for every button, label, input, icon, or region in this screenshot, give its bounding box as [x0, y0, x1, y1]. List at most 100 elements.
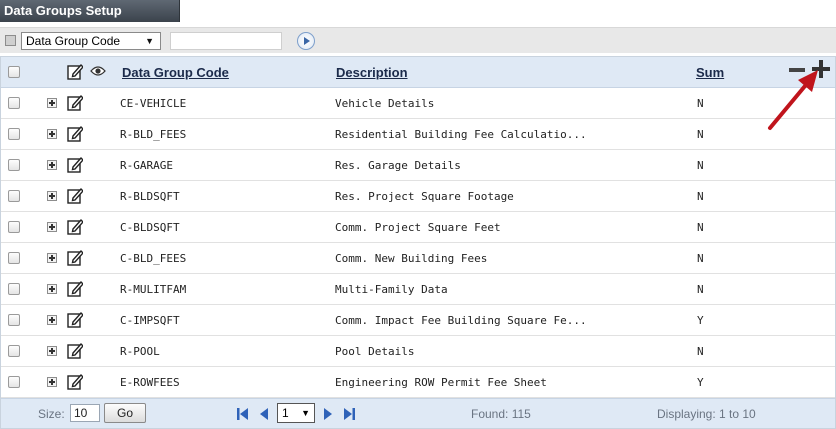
table-row[interactable]: C-BLDSQFT Comm. Project Square Feet N	[1, 212, 835, 243]
cell-code[interactable]: R-BLDSQFT	[120, 190, 180, 203]
cell-description: Comm. New Building Fees	[335, 252, 488, 265]
row-checkbox[interactable]	[8, 283, 20, 295]
grid-header: Data Group Code Description Sum	[1, 57, 835, 88]
edit-icon[interactable]	[67, 94, 83, 111]
table-row[interactable]: R-MULITFAM Multi-Family Data N	[1, 274, 835, 305]
row-checkbox[interactable]	[8, 376, 20, 388]
cell-sum: N	[697, 128, 704, 141]
expand-row-icon[interactable]	[47, 346, 57, 356]
edit-icon[interactable]	[67, 249, 83, 266]
cell-description: Res. Project Square Footage	[335, 190, 514, 203]
cell-description: Comm. Project Square Feet	[335, 221, 501, 234]
data-grid: Data Group Code Description Sum CE-VEHIC…	[0, 56, 836, 429]
column-header-code[interactable]: Data Group Code	[122, 65, 229, 80]
row-checkbox[interactable]	[8, 221, 20, 233]
last-page-icon[interactable]	[342, 407, 356, 421]
expand-row-icon[interactable]	[47, 160, 57, 170]
row-checkbox[interactable]	[8, 159, 20, 171]
table-row[interactable]: E-ROWFEES Engineering ROW Permit Fee Shee…	[1, 367, 835, 398]
table-row[interactable]: R-GARAGE Res. Garage Details N	[1, 150, 835, 181]
edit-icon[interactable]	[67, 342, 83, 359]
grid-footer: Size: 10 Go 1 ▼ Found: 115 Displaying: 1…	[1, 398, 835, 428]
table-row[interactable]: R-POOL Pool Details N	[1, 336, 835, 367]
expand-row-icon[interactable]	[47, 98, 57, 108]
cell-code[interactable]: R-BLD_FEES	[120, 128, 186, 141]
cell-sum: N	[697, 221, 704, 234]
expand-row-icon[interactable]	[47, 222, 57, 232]
edit-icon[interactable]	[67, 187, 83, 204]
table-row[interactable]: R-BLD_FEES Residential Building Fee Calcu…	[1, 119, 835, 150]
go-button[interactable]: Go	[104, 403, 146, 423]
chevron-down-icon: ▼	[301, 408, 310, 418]
page-select[interactable]: 1 ▼	[277, 403, 315, 423]
page-title: Data Groups Setup	[0, 0, 180, 22]
row-checkbox[interactable]	[8, 97, 20, 109]
cell-description: Residential Building Fee Calculatio...	[335, 128, 587, 141]
expand-row-icon[interactable]	[47, 284, 57, 294]
edit-icon[interactable]	[67, 373, 83, 390]
cell-code[interactable]: R-MULITFAM	[120, 283, 186, 296]
first-page-icon[interactable]	[236, 407, 250, 421]
displaying-range: Displaying: 1 to 10	[657, 407, 756, 421]
expand-row-icon[interactable]	[47, 315, 57, 325]
page-select-value: 1	[282, 406, 289, 420]
cell-sum: N	[697, 345, 704, 358]
row-checkbox[interactable]	[8, 128, 20, 140]
column-header-sum[interactable]: Sum	[696, 65, 724, 80]
found-count: Found: 115	[471, 407, 531, 421]
filter-input[interactable]	[170, 32, 282, 50]
cell-description: Res. Garage Details	[335, 159, 461, 172]
table-row[interactable]: C-IMPSQFT Comm. Impact Fee Building Squar…	[1, 305, 835, 336]
cell-code[interactable]: C-BLD_FEES	[120, 252, 186, 265]
edit-icon[interactable]	[67, 218, 83, 235]
column-header-description[interactable]: Description	[336, 65, 408, 80]
table-row[interactable]: C-BLD_FEES Comm. New Building Fees N	[1, 243, 835, 274]
filter-field-value: Data Group Code	[26, 34, 121, 48]
prev-page-icon[interactable]	[257, 407, 271, 421]
table-row[interactable]: CE-VEHICLE Vehicle Details N	[1, 88, 835, 119]
go-arrow-icon[interactable]	[297, 32, 315, 50]
expand-row-icon[interactable]	[47, 377, 57, 387]
filter-field-select[interactable]: Data Group Code ▼	[21, 32, 161, 50]
cell-sum: Y	[697, 314, 704, 327]
eye-icon	[90, 66, 106, 76]
cell-description: Vehicle Details	[335, 97, 435, 110]
edit-icon[interactable]	[67, 311, 83, 328]
edit-icon[interactable]	[67, 156, 83, 173]
expand-all-icon[interactable]	[5, 35, 16, 46]
cell-description: Comm. Impact Fee Building Square Fe...	[335, 314, 587, 327]
cell-code[interactable]: R-GARAGE	[120, 159, 173, 172]
cell-description: Multi-Family Data	[335, 283, 448, 296]
row-checkbox[interactable]	[8, 190, 20, 202]
expand-row-icon[interactable]	[47, 253, 57, 263]
row-checkbox[interactable]	[8, 345, 20, 357]
cell-description: Pool Details	[335, 345, 415, 358]
edit-icon	[67, 63, 83, 80]
cell-code[interactable]: CE-VEHICLE	[120, 97, 186, 110]
row-checkbox[interactable]	[8, 252, 20, 264]
page-size-input[interactable]: 10	[70, 404, 100, 422]
filter-bar: Data Group Code ▼	[0, 27, 836, 53]
edit-icon[interactable]	[67, 280, 83, 297]
select-all-checkbox[interactable]	[8, 66, 20, 78]
cell-sum: N	[697, 159, 704, 172]
cell-sum: N	[697, 190, 704, 203]
edit-icon[interactable]	[67, 125, 83, 142]
table-row[interactable]: R-BLDSQFT Res. Project Square Footage N	[1, 181, 835, 212]
cell-sum: N	[697, 283, 704, 296]
red-arrow-icon	[768, 70, 818, 130]
cell-code[interactable]: C-BLDSQFT	[120, 221, 180, 234]
cell-code[interactable]: R-POOL	[120, 345, 160, 358]
next-page-icon[interactable]	[321, 407, 335, 421]
cell-code[interactable]: C-IMPSQFT	[120, 314, 180, 327]
expand-row-icon[interactable]	[47, 129, 57, 139]
cell-code[interactable]: E-ROWFEES	[120, 376, 180, 389]
expand-row-icon[interactable]	[47, 191, 57, 201]
cell-description: Engineering ROW Permit Fee Sheet	[335, 376, 547, 389]
chevron-down-icon: ▼	[145, 36, 154, 46]
row-checkbox[interactable]	[8, 314, 20, 326]
cell-sum: N	[697, 252, 704, 265]
cell-sum: Y	[697, 376, 704, 389]
cell-sum: N	[697, 97, 704, 110]
size-label: Size:	[38, 407, 65, 421]
